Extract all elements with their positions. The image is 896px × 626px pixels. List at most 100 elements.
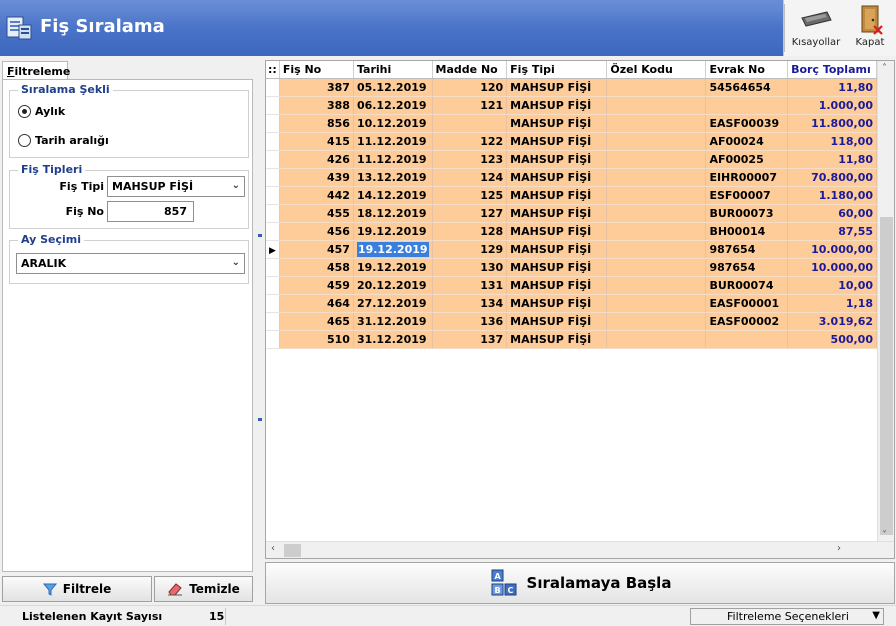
debit-total-cell[interactable]: 11,80 bbox=[787, 150, 877, 169]
receipt-no-cell[interactable]: 387 bbox=[279, 78, 354, 97]
document-no-cell[interactable]: 54564654 bbox=[705, 78, 789, 97]
document-no-cell[interactable]: 987654 bbox=[705, 258, 789, 277]
date-cell[interactable]: 31.12.2019 bbox=[353, 312, 433, 331]
receipt-type-cell[interactable]: MAHSUP FİŞİ bbox=[506, 78, 608, 97]
special-code-cell[interactable] bbox=[606, 96, 707, 115]
row-indicator[interactable] bbox=[266, 204, 280, 223]
receipt-type-cell[interactable]: MAHSUP FİŞİ bbox=[506, 240, 608, 259]
receipt-no-cell[interactable]: 510 bbox=[279, 330, 354, 349]
item-no-cell[interactable]: 134 bbox=[432, 294, 508, 313]
date-cell[interactable]: 14.12.2019 bbox=[353, 186, 433, 205]
scroll-down-icon[interactable]: ˅ bbox=[882, 530, 887, 541]
horizontal-scrollbar[interactable]: ‹ › bbox=[266, 541, 894, 558]
date-cell[interactable]: 31.12.2019 bbox=[353, 330, 433, 349]
receipt-no-cell[interactable]: 465 bbox=[279, 312, 354, 331]
filter-button[interactable]: Filtrele bbox=[2, 576, 152, 602]
row-indicator[interactable] bbox=[266, 312, 280, 331]
column-header-item-no[interactable]: Madde No bbox=[432, 61, 508, 79]
receipt-no-cell[interactable]: 456 bbox=[279, 222, 354, 241]
scroll-right-icon[interactable]: › bbox=[837, 543, 841, 554]
column-header-document-no[interactable]: Evrak No bbox=[705, 61, 789, 79]
row-indicator[interactable] bbox=[266, 78, 280, 97]
start-sorting-button[interactable]: A B C Sıralamaya Başla bbox=[265, 562, 895, 604]
receipts-grid[interactable]: :: Fiş No Tarihi Madde No Fiş Tipi Özel … bbox=[265, 60, 895, 559]
debit-total-cell[interactable]: 3.019,62 bbox=[787, 312, 877, 331]
receipt-type-cell[interactable]: MAHSUP FİŞİ bbox=[506, 276, 608, 295]
document-no-cell[interactable]: EASF00001 bbox=[705, 294, 789, 313]
debit-total-cell[interactable]: 11,80 bbox=[787, 78, 877, 97]
row-indicator[interactable] bbox=[266, 186, 280, 205]
table-row[interactable]: 456 19.12.2019 128 MAHSUP FİŞİ BH00014 87,55 bbox=[266, 222, 877, 241]
debit-total-cell[interactable]: 10.000,00 bbox=[787, 240, 877, 259]
item-no-cell[interactable]: 120 bbox=[432, 78, 508, 97]
item-no-cell[interactable]: 131 bbox=[432, 276, 508, 295]
special-code-cell[interactable] bbox=[606, 258, 707, 277]
shortcuts-button[interactable]: Kısayollar bbox=[788, 4, 844, 52]
table-row[interactable]: 388 06.12.2019 121 MAHSUP FİŞİ 1.000,00 bbox=[266, 96, 877, 115]
month-select[interactable]: ARALIK ⌄ bbox=[16, 253, 245, 274]
receipt-type-cell[interactable]: MAHSUP FİŞİ bbox=[506, 114, 608, 133]
date-cell[interactable]: 19.12.2019 bbox=[353, 222, 433, 241]
tab-filtering[interactable]: Filtreleme bbox=[2, 61, 70, 80]
receipt-type-cell[interactable]: MAHSUP FİŞİ bbox=[506, 294, 608, 313]
table-row[interactable]: 426 11.12.2019 123 MAHSUP FİŞİ AF00025 11,80 bbox=[266, 150, 877, 169]
special-code-cell[interactable] bbox=[606, 186, 707, 205]
receipt-type-cell[interactable]: MAHSUP FİŞİ bbox=[506, 204, 608, 223]
row-indicator[interactable] bbox=[266, 276, 280, 295]
receipt-no-cell[interactable]: 464 bbox=[279, 294, 354, 313]
document-no-cell[interactable] bbox=[705, 96, 789, 115]
row-indicator[interactable] bbox=[266, 96, 280, 115]
debit-total-cell[interactable]: 10,00 bbox=[787, 276, 877, 295]
item-no-cell[interactable]: 121 bbox=[432, 96, 508, 115]
column-header-debit-total[interactable]: Borç Toplamı bbox=[787, 61, 877, 79]
column-header-receipt-type[interactable]: Fiş Tipi bbox=[506, 61, 608, 79]
row-indicator[interactable] bbox=[266, 258, 280, 277]
document-no-cell[interactable]: EIHR00007 bbox=[705, 168, 789, 187]
document-no-cell[interactable]: AF00024 bbox=[705, 132, 789, 151]
debit-total-cell[interactable]: 10.000,00 bbox=[787, 258, 877, 277]
radio-date-range[interactable]: Tarih aralığı bbox=[18, 134, 109, 147]
table-row[interactable]: 442 14.12.2019 125 MAHSUP FİŞİ ESF00007 1.180… bbox=[266, 186, 877, 205]
column-header-date[interactable]: Tarihi bbox=[353, 61, 433, 79]
item-no-cell[interactable]: 124 bbox=[432, 168, 508, 187]
item-no-cell[interactable]: 128 bbox=[432, 222, 508, 241]
special-code-cell[interactable] bbox=[606, 132, 707, 151]
row-indicator[interactable] bbox=[266, 222, 280, 241]
receipt-no-cell[interactable]: 426 bbox=[279, 150, 354, 169]
date-cell[interactable]: 11.12.2019 bbox=[353, 132, 433, 151]
item-no-cell[interactable]: 137 bbox=[432, 330, 508, 349]
item-no-cell[interactable]: 136 bbox=[432, 312, 508, 331]
document-no-cell[interactable]: EASF00002 bbox=[705, 312, 789, 331]
receipt-type-cell[interactable]: MAHSUP FİŞİ bbox=[506, 312, 608, 331]
receipt-type-cell[interactable]: MAHSUP FİŞİ bbox=[506, 132, 608, 151]
date-cell[interactable]: 10.12.2019 bbox=[353, 114, 433, 133]
column-header-special-code[interactable]: Özel Kodu bbox=[606, 61, 707, 79]
vertical-scrollbar[interactable]: ˄ ˅ bbox=[877, 61, 894, 543]
special-code-cell[interactable] bbox=[606, 204, 707, 223]
special-code-cell[interactable] bbox=[606, 168, 707, 187]
date-cell[interactable]: 27.12.2019 bbox=[353, 294, 433, 313]
filter-options-dropdown[interactable]: Filtreleme Seçenekleri ▼ bbox=[690, 608, 884, 625]
document-no-cell[interactable]: 987654 bbox=[705, 240, 789, 259]
receipt-type-select[interactable]: MAHSUP FİŞİ ⌄ bbox=[107, 176, 245, 197]
table-row[interactable]: 856 10.12.2019 MAHSUP FİŞİ EASF00039 11.800,… bbox=[266, 114, 877, 133]
table-row[interactable]: 458 19.12.2019 130 MAHSUP FİŞİ 987654 10.000,… bbox=[266, 258, 877, 277]
receipt-no-cell[interactable]: 442 bbox=[279, 186, 354, 205]
special-code-cell[interactable] bbox=[606, 276, 707, 295]
table-row[interactable]: 464 27.12.2019 134 MAHSUP FİŞİ EASF00001 1,18 bbox=[266, 294, 877, 313]
date-cell[interactable]: 18.12.2019 bbox=[353, 204, 433, 223]
special-code-cell[interactable] bbox=[606, 240, 707, 259]
special-code-cell[interactable] bbox=[606, 114, 707, 133]
document-no-cell[interactable]: BH00014 bbox=[705, 222, 789, 241]
item-no-cell[interactable]: 130 bbox=[432, 258, 508, 277]
debit-total-cell[interactable]: 87,55 bbox=[787, 222, 877, 241]
special-code-cell[interactable] bbox=[606, 330, 707, 349]
row-indicator-header[interactable]: :: bbox=[266, 61, 280, 79]
receipt-no-cell[interactable]: 388 bbox=[279, 96, 354, 115]
receipt-type-cell[interactable]: MAHSUP FİŞİ bbox=[506, 330, 608, 349]
row-indicator[interactable] bbox=[266, 114, 280, 133]
panel-splitter[interactable] bbox=[256, 56, 264, 604]
row-indicator[interactable] bbox=[266, 168, 280, 187]
special-code-cell[interactable] bbox=[606, 222, 707, 241]
receipt-type-cell[interactable]: MAHSUP FİŞİ bbox=[506, 186, 608, 205]
